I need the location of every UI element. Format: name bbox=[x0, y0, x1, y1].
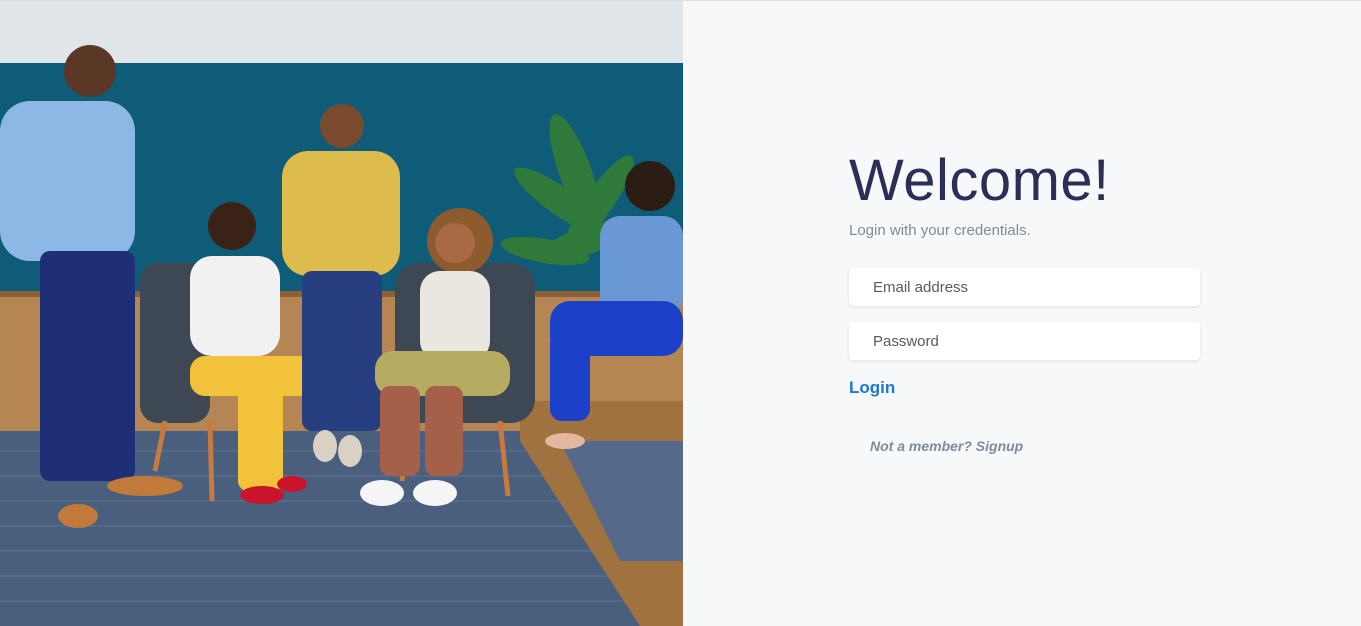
welcome-title: Welcome! bbox=[849, 148, 1110, 213]
login-subtitle: Login with your credentials. bbox=[849, 222, 1031, 239]
signup-link[interactable]: Not a member? Signup bbox=[870, 438, 1023, 454]
login-page: Welcome! Login with your credentials. Lo… bbox=[0, 0, 1361, 626]
team-photo-icon bbox=[0, 1, 683, 626]
email-field[interactable] bbox=[849, 268, 1200, 306]
login-button[interactable]: Login bbox=[849, 378, 895, 398]
hero-photo bbox=[0, 1, 683, 626]
login-panel: Welcome! Login with your credentials. Lo… bbox=[683, 1, 1361, 626]
password-field[interactable] bbox=[849, 322, 1200, 360]
